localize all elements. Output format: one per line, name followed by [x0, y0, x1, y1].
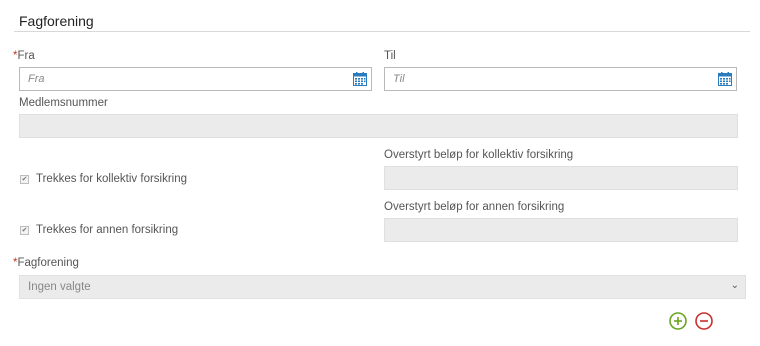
collective-override-field[interactable] [384, 166, 738, 190]
calendar-icon[interactable] [353, 72, 367, 86]
union-select[interactable]: Ingen valgte ⌄ [19, 275, 746, 299]
from-date-input[interactable]: Fra [19, 67, 372, 91]
other-insurance-row[interactable]: ✔ Trekkes for annen forsikring [20, 224, 178, 236]
from-date-placeholder: Fra [28, 73, 45, 85]
other-insurance-label: Trekkes for annen forsikring [36, 224, 179, 236]
other-insurance-checkbox[interactable]: ✔ [20, 225, 29, 235]
member-number-label: Medlemsnummer [19, 97, 108, 109]
collective-insurance-checkbox[interactable]: ✔ [20, 174, 29, 184]
chevron-down-icon: ⌄ [730, 280, 739, 291]
collective-override-label: Overstyrt beløp for kollektiv forsikring [384, 149, 574, 161]
to-label: Til [384, 50, 396, 62]
union-label-text: Fagforening [17, 257, 79, 269]
to-date-placeholder: Til [393, 73, 405, 85]
member-number-field[interactable] [19, 114, 738, 138]
minus-circle-icon[interactable] [695, 312, 713, 330]
union-label: *Fagforening [13, 257, 79, 269]
section-divider [14, 31, 750, 32]
collective-insurance-label: Trekkes for kollektiv forsikring [36, 173, 188, 185]
to-date-input[interactable]: Til [384, 67, 737, 91]
from-label: *Fra [13, 50, 35, 62]
other-override-label: Overstyrt beløp for annen forsikring [384, 201, 565, 213]
collective-insurance-row[interactable]: ✔ Trekkes for kollektiv forsikring [20, 173, 187, 185]
union-select-value: Ingen valgte [28, 281, 91, 293]
other-override-field[interactable] [384, 218, 738, 242]
from-label-text: Fra [17, 50, 35, 62]
calendar-icon[interactable] [718, 72, 732, 86]
plus-circle-icon[interactable] [669, 312, 687, 330]
section-title: Fagforening [19, 13, 94, 29]
